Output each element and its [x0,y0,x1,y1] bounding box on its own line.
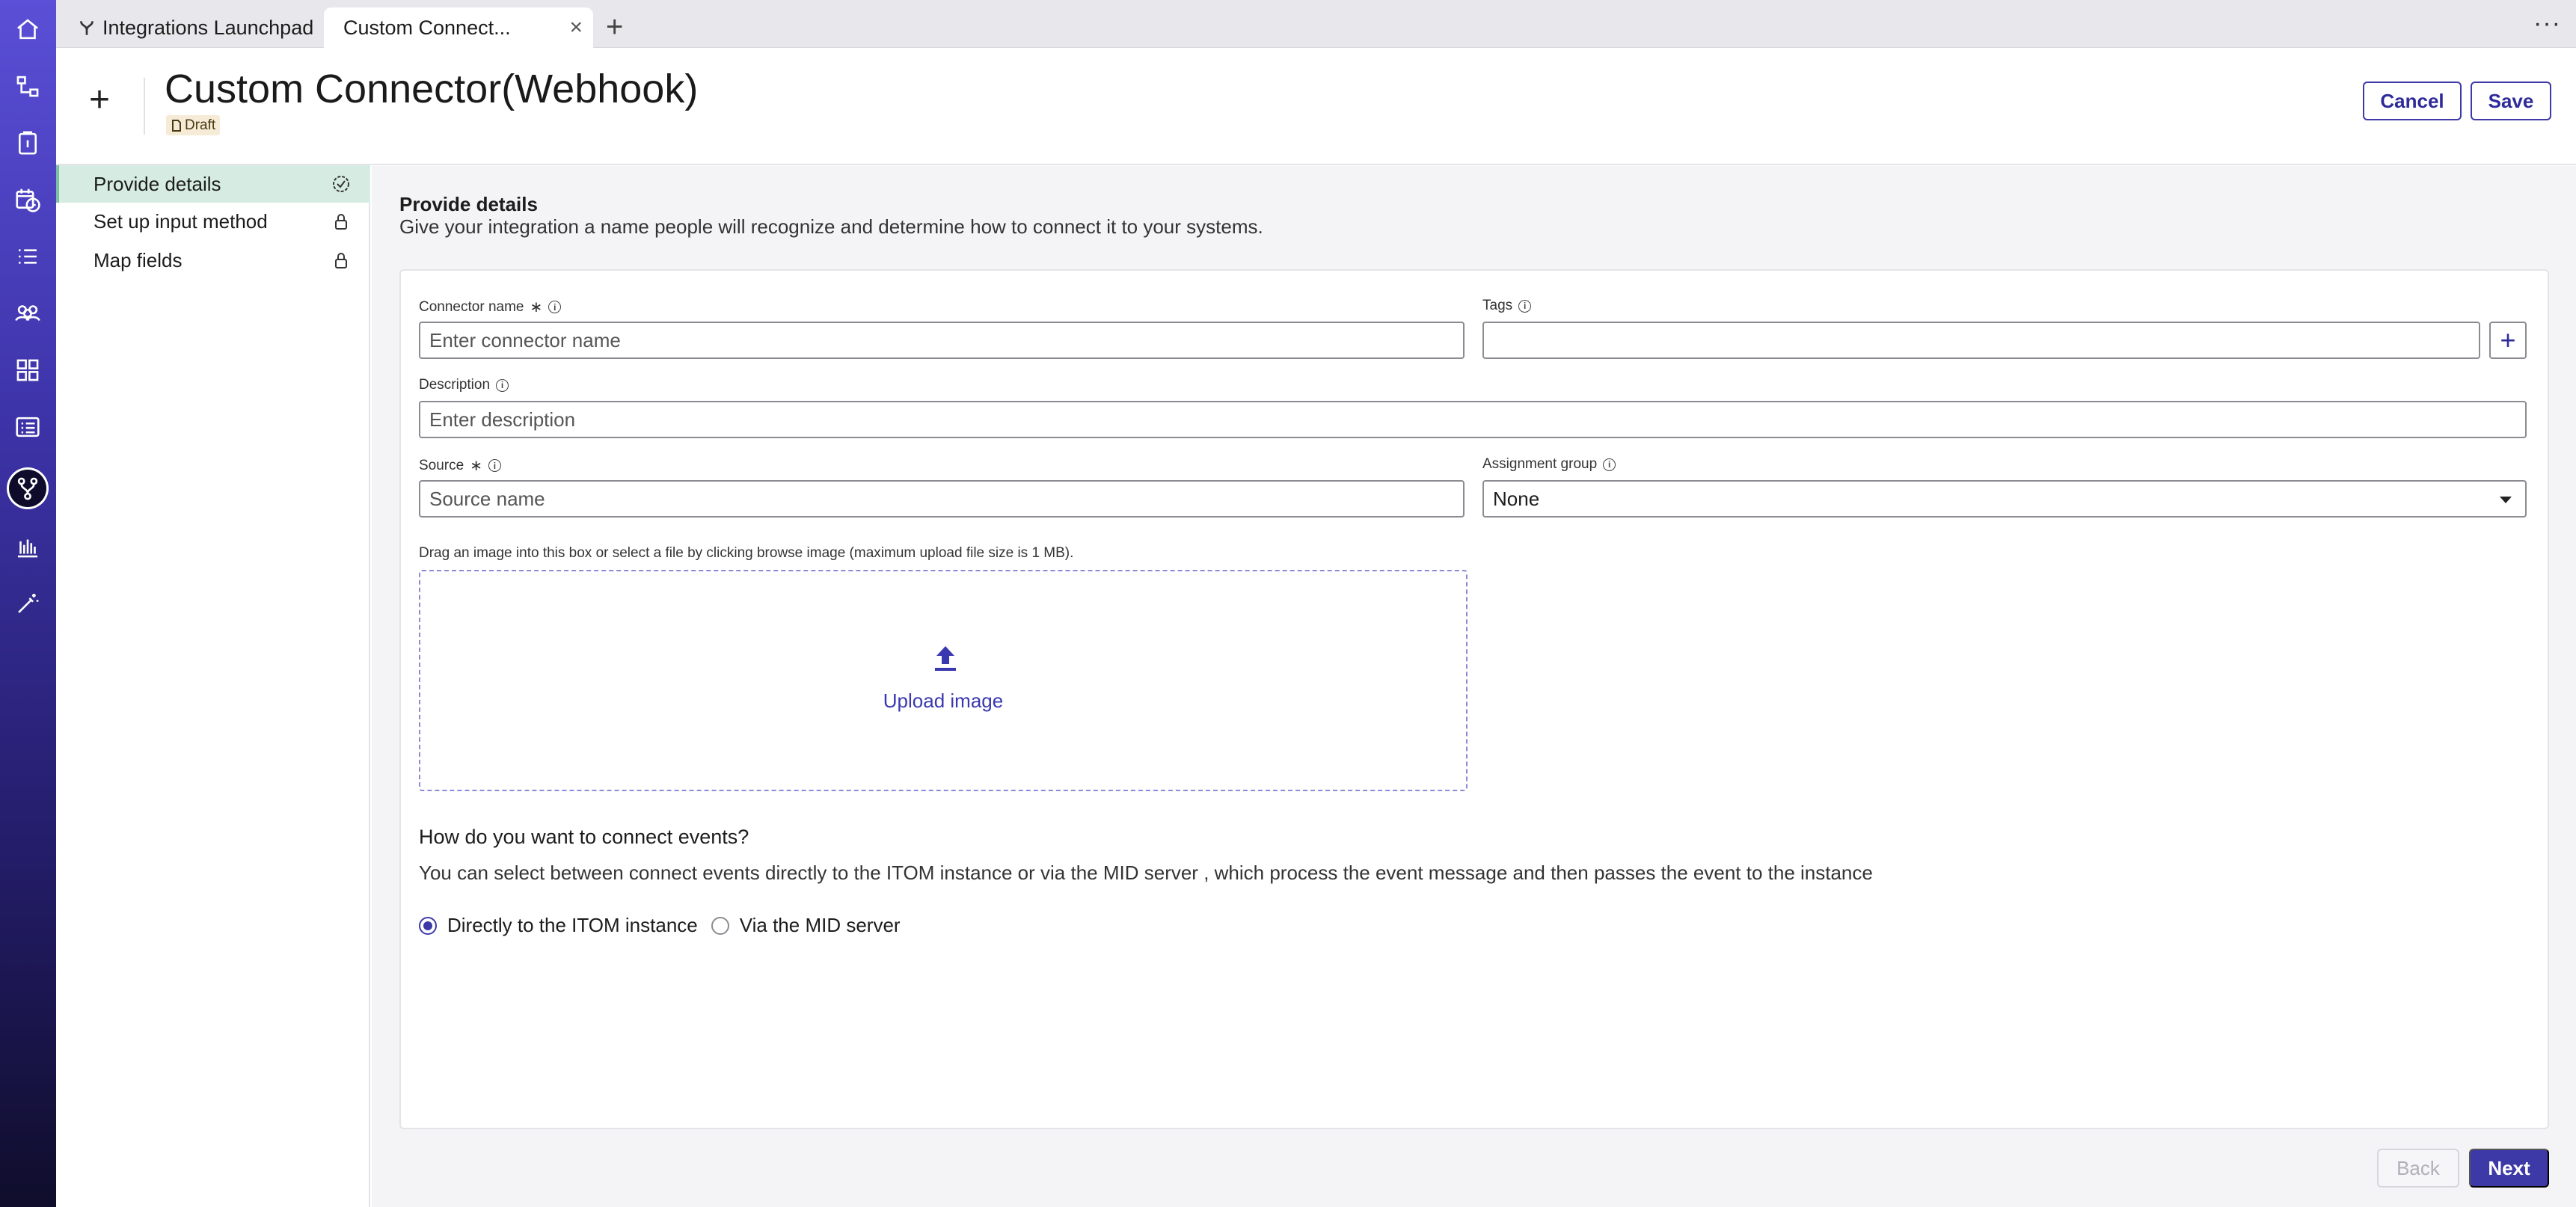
info-icon[interactable]: i [1603,458,1616,471]
step-label: Provide details [93,172,221,195]
close-icon[interactable]: × [569,15,583,40]
source-input[interactable] [419,480,1465,517]
home-icon[interactable] [9,10,46,48]
step-map-fields[interactable]: Map fields [56,242,370,279]
connector-name-label: Connector name ∗ i [419,298,562,316]
connect-explanation: You can select between connect events di… [419,862,1873,884]
radio-label: Via the MID server [739,914,901,936]
connect-options: Directly to the ITOM instance Via the MI… [419,914,914,937]
lock-icon [335,214,347,230]
info-icon[interactable]: i [1518,299,1532,313]
tab-label: Custom Connect... [343,16,511,39]
list-icon[interactable] [9,238,46,275]
main-content: Provide details Give your integration a … [372,166,2576,1207]
section-subtitle: Give your integration a name people will… [399,215,1263,238]
status-badge-label: Draft [185,117,216,133]
page-header: + Custom Connector(Webhook) Draft Cancel… [56,48,2576,165]
label-text: Description [419,377,491,393]
upload-hint: Drag an image into this box or select a … [419,545,1074,561]
grid-icon[interactable] [9,351,46,389]
radio-button[interactable] [711,916,729,935]
radio-button[interactable] [419,916,437,935]
radio-option-direct[interactable]: Directly to the ITOM instance [419,914,698,937]
document-icon [172,119,181,132]
info-icon[interactable]: i [548,301,562,313]
label-text: Tags [1482,298,1513,313]
next-button[interactable]: Next [2469,1149,2549,1188]
step-label: Set up input method [93,209,268,233]
divider [144,78,145,135]
magic-wand-icon[interactable] [9,585,46,622]
more-options-icon[interactable]: ··· [2533,9,2561,38]
tags-input[interactable] [1482,322,2480,359]
tab-custom-connector[interactable]: Custom Connect... × [324,7,593,48]
calendar-clock-icon[interactable] [9,181,46,218]
label-text: Assignment group [1482,456,1598,472]
back-button[interactable]: Back [2377,1149,2459,1188]
page-title: Custom Connector(Webhook) [165,67,699,111]
select-value: None [1493,487,1540,510]
tab-integrations-launchpad[interactable]: Integrations Launchpad [65,7,357,48]
app-rail [0,0,56,1207]
reports-icon[interactable] [9,528,46,565]
team-icon[interactable] [9,295,46,332]
image-dropzone[interactable]: Upload image [419,570,1468,791]
tab-label: Integrations Launchpad [102,16,314,39]
assignment-group-select[interactable]: None [1482,480,2527,517]
tab-bar: Integrations Launchpad Custom Connect...… [56,0,2576,48]
table-list-icon[interactable] [9,408,46,446]
required-icon: ∗ [530,299,543,316]
status-badge: Draft [166,115,221,135]
chevron-down-icon [2500,497,2512,503]
connector-name-input[interactable] [419,322,1465,359]
clipboard-icon[interactable] [9,124,46,162]
step-provide-details[interactable]: Provide details [56,165,370,203]
assignment-group-label: Assignment group i [1482,456,1616,473]
add-icon[interactable]: + [89,79,110,120]
workflow-icon[interactable] [9,67,46,105]
source-label: Source ∗ i [419,456,501,475]
info-icon[interactable]: i [488,459,501,472]
step-label: Map fields [93,248,183,271]
info-icon[interactable]: i [496,378,509,392]
cancel-button[interactable]: Cancel [2363,82,2462,120]
connect-question: How do you want to connect events? [419,826,749,848]
step-nav: Provide details Set up input method Map … [56,165,370,1207]
label-text: Connector name [419,298,524,315]
check-circle-icon [333,176,349,192]
step-set-up-input-method[interactable]: Set up input method [56,203,370,240]
new-tab-button[interactable]: + [606,10,623,44]
tags-label: Tags i [1482,298,1532,314]
label-text: Source [419,457,464,473]
description-label: Description i [419,377,509,393]
details-form-card: Connector name ∗ i Tags i + Description … [399,269,2549,1129]
description-input[interactable] [419,401,2527,438]
add-tag-button[interactable]: + [2489,322,2527,359]
radio-label: Directly to the ITOM instance [447,914,698,936]
section-title: Provide details [399,193,538,215]
lock-icon [335,253,347,268]
upload-icon [935,646,956,671]
integrations-icon[interactable] [9,470,46,507]
integrations-icon [80,21,93,35]
save-button[interactable]: Save [2471,82,2551,120]
upload-image-link[interactable]: Upload image [420,690,1466,713]
radio-option-mid-server[interactable]: Via the MID server [711,914,901,937]
required-icon: ∗ [470,458,482,474]
